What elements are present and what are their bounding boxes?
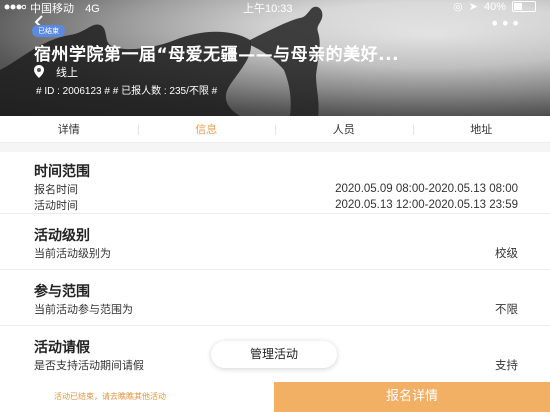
- level-section: 活动级别 当前活动级别为 校级: [0, 214, 550, 270]
- signup-time-row: 报名时间 2020.05.09 08:00-2020.05.13 08:00: [34, 181, 518, 197]
- bottom-action-bar: 活动已结束，请去瞧瞧其他活动 报名详情: [0, 382, 550, 412]
- battery-icon: [512, 1, 536, 12]
- activity-time-row: 活动时间 2020.05.13 12:00-2020.05.13 23:59: [34, 197, 518, 213]
- carrier-name: 中国移动: [30, 3, 74, 15]
- activity-meta: # ID : 2006123 # # 已报人数 : 235/不限 #: [36, 86, 218, 97]
- scope-row: 当前活动参与范围为 不限: [34, 301, 518, 317]
- time-range-section: 时间范围 报名时间 2020.05.09 08:00-2020.05.13 08…: [0, 152, 550, 214]
- section-title: 参与范围: [34, 284, 90, 300]
- section-title: 活动级别: [34, 228, 90, 244]
- row-label: 当前活动级别为: [34, 247, 111, 260]
- level-value: 校级: [495, 248, 518, 260]
- row-label: 活动时间: [34, 199, 78, 212]
- activity-title: 宿州学院第一届“母爱无疆——与母亲的美好...: [34, 45, 400, 65]
- scope-section: 参与范围 当前活动参与范围为 不限: [0, 270, 550, 326]
- ended-notice: 活动已结束，请去瞧瞧其他活动: [0, 382, 274, 412]
- carrier-label: 中国移动 4G: [30, 0, 100, 16]
- detail-tabs: 详情 信息 人员 地址: [0, 118, 550, 143]
- activity-location: 线上: [56, 66, 78, 79]
- more-icon[interactable]: •••: [490, 14, 521, 33]
- manage-activity-button[interactable]: 管理活动: [211, 341, 337, 368]
- row-label: 当前活动参与范围为: [34, 303, 133, 316]
- activity-hero-banner: 中国移动 4G 上午10:33 ◎ ➤ 40% 已结束 ••• 宿州学院第一届“…: [0, 0, 550, 116]
- row-label: 是否支持活动期间请假: [34, 359, 144, 372]
- status-bar: 中国移动 4G 上午10:33 ◎ ➤ 40%: [0, 0, 550, 16]
- signup-details-button[interactable]: 报名详情: [274, 382, 550, 412]
- tab-address[interactable]: 地址: [412, 118, 550, 142]
- tab-info[interactable]: 信息: [137, 118, 276, 142]
- section-title: 时间范围: [34, 164, 90, 180]
- scope-value: 不限: [495, 304, 518, 316]
- network-type: 4G: [85, 3, 100, 15]
- ended-status-badge: 已结束: [32, 25, 65, 37]
- leave-value: 支持: [495, 360, 518, 372]
- clock: 上午10:33: [243, 3, 293, 15]
- signal-icon: [4, 4, 26, 10]
- signup-time-value: 2020.05.09 08:00-2020.05.13 08:00: [335, 183, 518, 195]
- row-label: 报名时间: [34, 183, 78, 196]
- tab-members[interactable]: 人员: [275, 118, 413, 142]
- level-row: 当前活动级别为 校级: [34, 245, 518, 261]
- location-status-icon: ➤: [468, 1, 478, 13]
- alarm-icon: ◎: [453, 1, 463, 13]
- activity-time-value: 2020.05.13 12:00-2020.05.13 23:59: [335, 199, 518, 211]
- tab-details[interactable]: 详情: [0, 118, 138, 142]
- location-pin-icon: [34, 65, 44, 78]
- section-divider: [0, 143, 550, 152]
- battery-percent: 40%: [483, 0, 506, 13]
